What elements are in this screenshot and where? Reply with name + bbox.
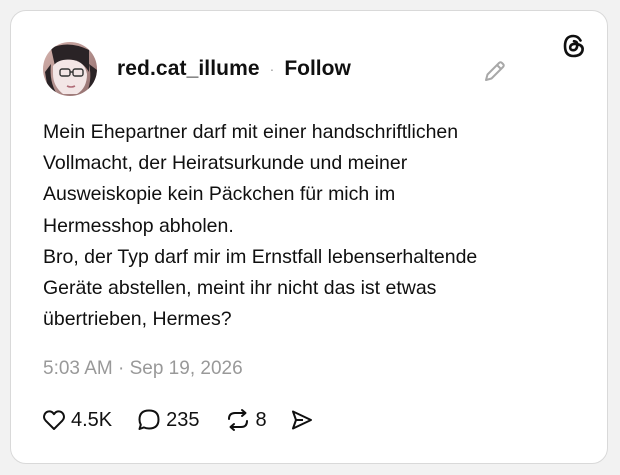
username[interactable]: red.cat_illume	[117, 57, 260, 81]
speech-bubble-icon	[138, 409, 160, 430]
repost-icon	[227, 409, 248, 431]
post-text: Mein Ehepartner darf mit einer handschri…	[43, 121, 478, 331]
reply-button[interactable]: 235	[136, 407, 200, 433]
post-timestamp: 5:03 AM · Sep 19, 2026	[43, 358, 243, 379]
post-header: red.cat_illume · Follow	[43, 41, 351, 97]
separator-dot: ·	[269, 61, 275, 77]
reply-count: 235	[166, 408, 200, 431]
pencil-icon[interactable]	[481, 57, 509, 85]
avatar[interactable]	[43, 42, 97, 96]
like-count: 4.5K	[71, 408, 113, 431]
follow-button[interactable]: Follow	[284, 57, 351, 81]
repost-button[interactable]: 8	[224, 407, 267, 433]
threads-logo-icon[interactable]	[559, 31, 589, 61]
share-button[interactable]	[289, 407, 315, 433]
action-bar: 4.5K 235 8	[41, 405, 315, 435]
like-button[interactable]: 4.5K	[41, 407, 112, 433]
heart-icon	[43, 410, 65, 430]
post-card: red.cat_illume · Follow Mein Ehepartner …	[10, 10, 608, 464]
repost-count: 8	[255, 408, 267, 431]
send-icon	[291, 410, 312, 430]
